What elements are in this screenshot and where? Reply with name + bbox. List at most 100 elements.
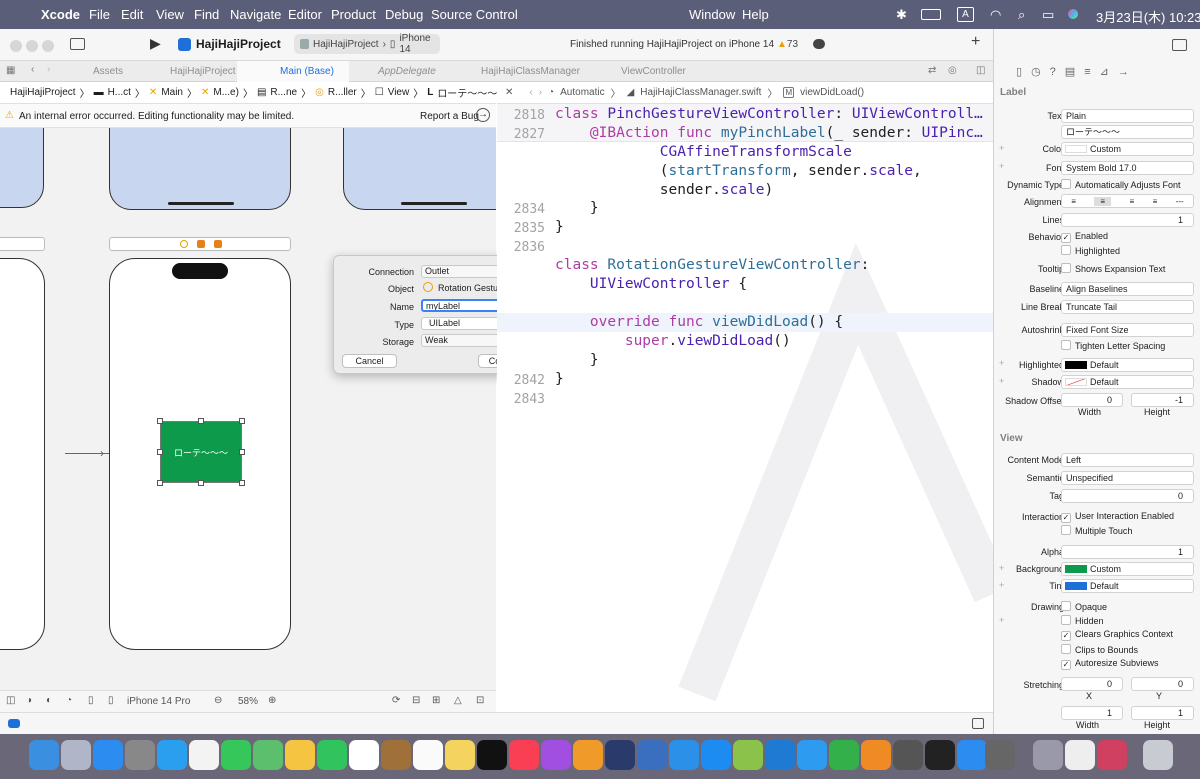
battery-icon[interactable] <box>921 9 941 20</box>
device-icon[interactable]: ▯ <box>108 695 114 706</box>
scene-left-partial[interactable] <box>0 258 45 650</box>
simulator-icon[interactable] <box>893 740 923 770</box>
cloud-icon[interactable] <box>813 39 825 49</box>
tab-classmanager[interactable]: HajiHajiClassManager <box>481 66 580 77</box>
close-window-button[interactable] <box>10 40 22 52</box>
textedit-icon[interactable] <box>1065 740 1095 770</box>
font-field[interactable]: System Bold 17.0 <box>1061 161 1194 175</box>
zoom-in-icon[interactable]: ⊕ <box>268 695 276 706</box>
hide-debug-icon[interactable] <box>972 718 984 729</box>
menu-editor[interactable]: Editor <box>288 7 322 22</box>
jump-label[interactable]: ローテ〜〜〜 <box>437 85 497 100</box>
lines-stepper[interactable]: 1 <box>1061 213 1194 227</box>
stretch-y-field[interactable]: 0 <box>1131 677 1194 691</box>
safari-icon[interactable] <box>157 740 187 770</box>
warning-count[interactable]: ▲73 <box>777 39 798 50</box>
zoom-level[interactable]: 58% <box>238 696 258 707</box>
stretch-height-field[interactable]: 1 <box>1131 706 1194 720</box>
wifi-icon[interactable]: ◠ <box>990 7 1001 23</box>
pages-icon[interactable] <box>861 740 891 770</box>
add-constraints-icon[interactable]: ⊞ <box>432 695 440 706</box>
plus-icon[interactable]: + <box>999 358 1004 368</box>
menu-file[interactable]: File <box>89 7 110 22</box>
inspector-toggle-icon[interactable] <box>1172 39 1187 51</box>
scene-dock-left[interactable] <box>0 237 45 251</box>
resize-handle[interactable] <box>157 449 163 455</box>
preview-icon[interactable] <box>1033 740 1063 770</box>
menu-debug[interactable]: Debug <box>385 7 423 22</box>
siri-icon[interactable] <box>1068 9 1078 19</box>
system-settings-icon[interactable] <box>125 740 155 770</box>
resize-handle[interactable] <box>198 480 204 486</box>
user-interaction-checkbox[interactable]: ✓ User Interaction Enabled <box>1061 511 1174 523</box>
hidden-checkbox[interactable]: Hidden <box>1061 615 1104 626</box>
jump-view[interactable]: View <box>388 87 410 98</box>
scene-top-right[interactable] <box>343 128 496 210</box>
code-editor[interactable]: 2818 class PinchGestureViewController: U… <box>497 104 993 712</box>
stretch-width-field[interactable]: 1 <box>1061 706 1123 720</box>
background-color-select[interactable]: Custom <box>1061 562 1194 576</box>
accessibility-icon[interactable]: ◔ <box>66 695 72 706</box>
editor-options-icon[interactable]: ◎ <box>948 65 957 76</box>
autoresize-checkbox[interactable]: ✓ Autoresize Subviews <box>1061 658 1159 670</box>
control-center-icon[interactable]: ▭ <box>1042 7 1054 23</box>
attributes-icon[interactable]: ≡ <box>1084 66 1090 78</box>
xcode-icon[interactable] <box>605 740 635 770</box>
highlighted-checkbox[interactable]: Highlighted <box>1061 245 1120 256</box>
clears-context-checkbox[interactable]: ✓ Clears Graphics Context <box>1061 629 1173 641</box>
first-responder-icon[interactable] <box>197 240 205 248</box>
storyboard-canvas[interactable]: ローテ〜〜〜 › <box>0 128 496 690</box>
tooltip-checkbox[interactable]: Shows Expansion Text <box>1061 263 1165 274</box>
search-icon[interactable]: ⌕ <box>1018 7 1025 23</box>
content-mode-select[interactable]: Left <box>1061 453 1194 467</box>
music-icon[interactable] <box>509 740 539 770</box>
tint-color-select[interactable]: Default <box>1061 579 1194 593</box>
resize-handle[interactable] <box>239 418 245 424</box>
reminders-icon[interactable] <box>413 740 443 770</box>
keynote-icon[interactable] <box>797 740 827 770</box>
tab-appdelegate[interactable]: AppDelegate <box>378 66 436 77</box>
stretch-x-field[interactable]: 0 <box>1061 677 1123 691</box>
back-icon[interactable]: ‹ <box>31 64 34 75</box>
notes-app-icon[interactable] <box>381 740 411 770</box>
input-mode-indicator[interactable]: A <box>957 7 974 22</box>
menu-app[interactable]: Xcode <box>41 7 80 22</box>
tv-icon[interactable] <box>477 740 507 770</box>
jump-main-base[interactable]: M...e) <box>213 87 239 98</box>
navigator-toggle-icon[interactable] <box>70 38 85 50</box>
mail-icon[interactable] <box>93 740 123 770</box>
utility-icon[interactable] <box>669 740 699 770</box>
tab-project[interactable]: HajiHajiProject <box>170 66 236 77</box>
tighten-checkbox[interactable]: Tighten Letter Spacing <box>1061 340 1165 351</box>
outline-toggle-icon[interactable]: ◫ <box>6 695 15 706</box>
grid-icon[interactable]: ▦ <box>6 65 15 76</box>
menu-help[interactable]: Help <box>742 7 769 22</box>
shadow-width-field[interactable]: 0 <box>1061 393 1123 407</box>
add-button[interactable]: + <box>971 33 980 51</box>
app-store-icon[interactable] <box>701 740 731 770</box>
numbers-icon[interactable] <box>829 740 859 770</box>
scheme-selector[interactable]: HajiHajiProject › ▯ iPhone 14 <box>294 33 440 55</box>
plus-icon[interactable]: + <box>999 143 1004 153</box>
size-icon[interactable]: ⊿ <box>1100 65 1109 78</box>
resize-handle[interactable] <box>157 480 163 486</box>
align-icon[interactable]: ⊟ <box>412 695 420 706</box>
jump-file[interactable]: HajiHajiClassManager.swift <box>640 87 761 98</box>
jump-folder[interactable]: H...ct <box>108 87 131 98</box>
calculator-icon[interactable] <box>985 740 1015 770</box>
jump-controller[interactable]: R...ller <box>328 87 357 98</box>
tag-stepper[interactable]: 0 <box>1061 489 1194 503</box>
menu-find[interactable]: Find <box>194 7 219 22</box>
close-icon[interactable]: ✕ <box>505 87 513 98</box>
scene-dock[interactable] <box>109 237 291 251</box>
controller-icon[interactable] <box>180 240 188 248</box>
menu-navigate[interactable]: Navigate <box>230 7 281 22</box>
zoom-out-icon[interactable]: ⊖ <box>214 695 222 706</box>
plus-icon[interactable]: + <box>999 563 1004 573</box>
semantic-select[interactable]: Unspecified <box>1061 471 1194 485</box>
menu-window[interactable]: Window <box>689 7 735 22</box>
plus-icon[interactable]: + <box>999 580 1004 590</box>
text-type-select[interactable]: Plain <box>1061 109 1194 123</box>
run-button[interactable]: ▶ <box>150 35 161 52</box>
cancel-button[interactable]: Cancel <box>342 354 397 368</box>
